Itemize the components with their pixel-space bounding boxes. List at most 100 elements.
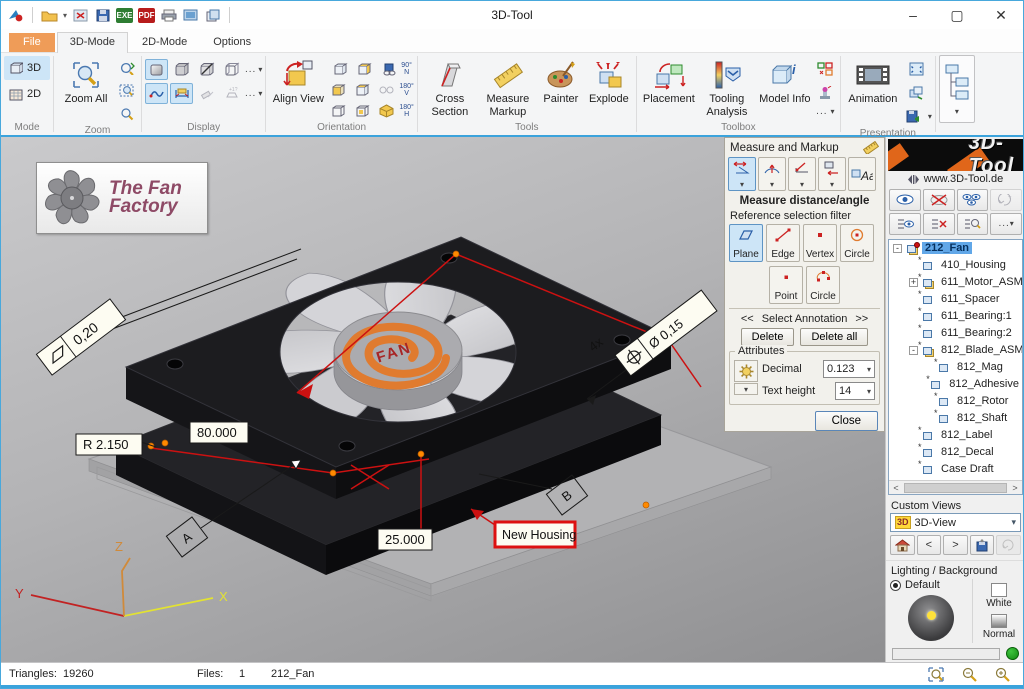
next-annotation-button[interactable]: >> <box>855 313 868 325</box>
tree-item-611-motor-asm[interactable]: +*611_Motor_ASM <box>889 274 1022 291</box>
datum-a-flag[interactable]: A <box>166 517 207 557</box>
close-button[interactable]: ✕ <box>979 2 1023 29</box>
export-exe-button[interactable]: EXE <box>116 8 133 23</box>
zoom-fit-button[interactable] <box>927 666 945 683</box>
tree-item-label[interactable]: 812_Mag <box>954 361 1006 373</box>
scroll-left-arrow[interactable]: < <box>889 483 903 493</box>
tool-dropdown[interactable]: ▾ <box>800 180 804 189</box>
prev-annotation-button[interactable]: << <box>741 313 754 325</box>
dim-80-label[interactable]: 80.000 <box>190 422 248 443</box>
lighting-sphere-widget[interactable] <box>908 595 954 641</box>
background-normal-swatch[interactable] <box>991 614 1007 628</box>
tool-dropdown[interactable]: ▾ <box>830 180 834 189</box>
filter-edge-button[interactable]: Edge <box>766 224 800 262</box>
restore-view-button[interactable] <box>996 535 1021 555</box>
tree-item-611-spacer[interactable]: *611_Spacer <box>889 291 1022 308</box>
view-top-button[interactable] <box>327 100 350 121</box>
tree-item-label[interactable]: 611_Spacer <box>938 293 1003 305</box>
painter-button[interactable]: Painter <box>537 55 585 108</box>
scroll-thumb[interactable] <box>904 483 1007 493</box>
panel-close-button[interactable]: Close <box>815 411 878 431</box>
copy-view-button[interactable] <box>905 82 928 103</box>
toolbox-more[interactable]: ... <box>816 106 827 117</box>
tab-3d-mode[interactable]: 3D-Mode <box>57 32 128 53</box>
tree-item-410-housing[interactable]: *410_Housing <box>889 257 1022 274</box>
view-save-button[interactable] <box>377 58 400 79</box>
open-file-dropdown[interactable]: ▾ <box>63 11 67 20</box>
3d-viewport[interactable]: FAN <box>1 137 885 662</box>
filter-circle-button[interactable]: Circle <box>840 224 874 262</box>
text-annotation-tool[interactable]: Aa <box>848 157 876 191</box>
annotation-settings-button[interactable] <box>734 360 758 382</box>
tree-item-611-bearing-1[interactable]: *611_Bearing:1 <box>889 308 1022 325</box>
animation-button[interactable]: Animation <box>844 55 902 108</box>
display-wireframe-button[interactable] <box>220 59 243 80</box>
display-more-2[interactable]: ... <box>245 88 256 99</box>
view-left-button[interactable] <box>327 79 350 100</box>
text-height-select[interactable]: 14▾ <box>835 382 875 400</box>
tooling-analysis-button[interactable]: Tooling Analysis <box>698 55 756 120</box>
radius-label[interactable]: R 2.150 <box>76 434 142 455</box>
view-back-button[interactable] <box>353 58 376 79</box>
tree-expander[interactable]: - <box>909 346 918 355</box>
tree-item-812-decal[interactable]: *812_Decal <box>889 444 1022 461</box>
filter-point-button[interactable]: Point <box>769 266 803 304</box>
tree-item-label[interactable]: Case Draft <box>938 463 997 475</box>
tree-more-button[interactable]: ...▾ <box>990 213 1022 235</box>
view-isometric-button[interactable] <box>375 100 398 121</box>
tree-item-label[interactable]: 812_Shaft <box>954 412 1010 424</box>
website-link[interactable]: www.3D-Tool.de <box>924 173 1003 185</box>
record-video-dropdown[interactable]: ▾ <box>928 112 932 121</box>
hide-tree-selection-button[interactable] <box>923 213 955 235</box>
tree-item-812-rotor[interactable]: *812_Rotor <box>889 393 1022 410</box>
display-shaded-button[interactable] <box>145 59 168 80</box>
zoom-window-button[interactable] <box>115 80 138 101</box>
tree-item-label[interactable]: 611_Motor_ASM <box>938 276 1023 288</box>
previous-view-button[interactable]: < <box>917 535 942 555</box>
tree-expander[interactable]: + <box>909 278 918 287</box>
show-tree-selection-button[interactable] <box>889 213 921 235</box>
reset-transform-button[interactable]: + <box>990 189 1022 211</box>
measure-markup-button[interactable]: Measure Markup <box>479 55 537 120</box>
tree-item-label[interactable]: 611_Bearing:1 <box>938 310 1015 322</box>
tab-2d-mode[interactable]: 2D-Mode <box>130 33 199 52</box>
close-file-button[interactable] <box>72 8 89 23</box>
mode-3d-button[interactable]: 3D <box>4 56 50 80</box>
tab-file[interactable]: File <box>9 33 55 52</box>
zoom-all-button[interactable]: Zoom All <box>57 55 115 108</box>
view-front-button[interactable] <box>329 58 352 79</box>
zoom-in-out-button[interactable] <box>115 103 138 124</box>
tree-expander[interactable]: - <box>893 244 902 253</box>
zoom-in-button[interactable] <box>994 666 1011 683</box>
panel-selector-button[interactable]: ▾ <box>939 55 975 123</box>
display-more-1-dropdown[interactable]: ▾ <box>258 65 262 74</box>
view-right-button[interactable] <box>351 79 374 100</box>
zoom-out-button[interactable] <box>961 666 978 683</box>
display-flat-button[interactable] <box>170 59 193 80</box>
export-pdf-button[interactable]: PDF <box>138 8 155 23</box>
maximize-button[interactable]: ▢ <box>935 2 979 29</box>
search-tree-button[interactable] <box>957 213 989 235</box>
zoom-previous-button[interactable] <box>115 57 138 78</box>
tree-item-label[interactable]: 812_Blade_ASM <box>938 344 1023 356</box>
tree-item-label[interactable]: 812_Decal <box>938 446 997 458</box>
fullscreen-button[interactable] <box>905 58 928 79</box>
annotation-settings-dropdown[interactable]: ▾ <box>734 383 758 395</box>
display-eraser-button[interactable] <box>195 83 218 104</box>
tree-item-812-shaft[interactable]: *812_Shaft <box>889 410 1022 427</box>
display-more-2-dropdown[interactable]: ▾ <box>258 89 262 98</box>
show-part-button[interactable] <box>889 189 921 211</box>
open-file-button[interactable] <box>41 8 58 23</box>
tree-item-label[interactable]: 812_Rotor <box>954 395 1011 407</box>
delete-button[interactable]: Delete <box>741 328 795 346</box>
measure-edge-tool[interactable]: ▾ <box>788 157 816 191</box>
rotate-90-normal-button[interactable]: 90°N <box>401 62 412 76</box>
tab-options[interactable]: Options <box>201 33 263 52</box>
tree-item-label[interactable]: 410_Housing <box>938 259 1009 271</box>
print-button[interactable] <box>160 8 177 23</box>
measure-distance-angle-tool[interactable]: ▾ <box>728 157 756 191</box>
send-screenshot-button[interactable] <box>182 8 199 23</box>
minimize-button[interactable]: – <box>891 2 935 29</box>
next-view-button[interactable]: > <box>943 535 968 555</box>
cross-section-button[interactable]: Cross Section <box>421 55 479 120</box>
